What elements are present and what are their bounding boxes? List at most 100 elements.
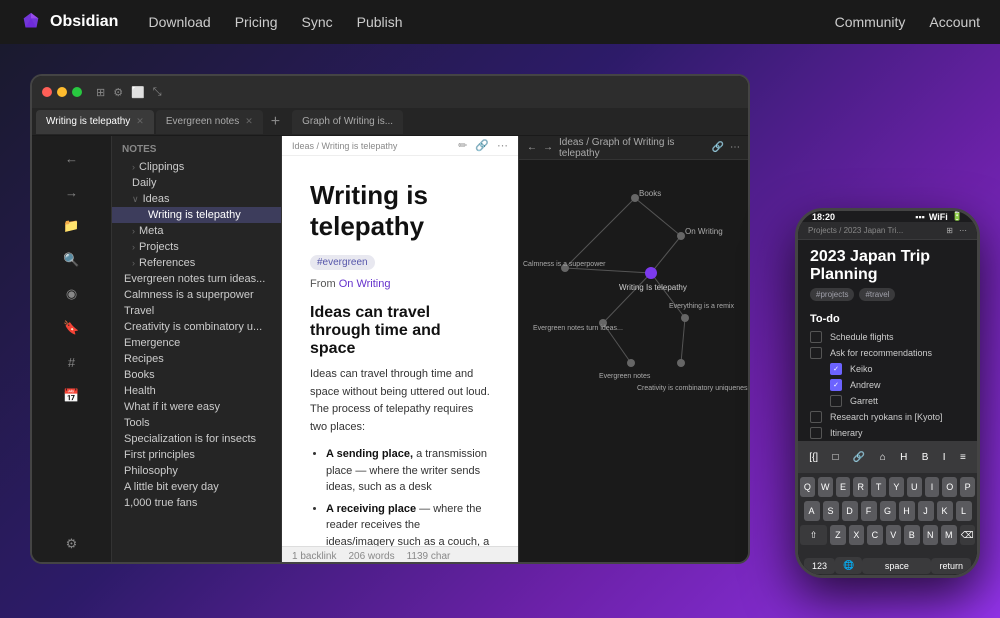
key-K[interactable]: K: [937, 501, 953, 521]
key-space[interactable]: space: [862, 558, 931, 574]
key-U[interactable]: U: [907, 477, 922, 497]
tree-item-meta[interactable]: ›Meta: [112, 223, 281, 239]
key-R[interactable]: R: [853, 477, 868, 497]
tab-writing-telepathy[interactable]: Writing is telepathy ✕: [36, 110, 154, 134]
kb-tool-2[interactable]: □: [828, 450, 842, 465]
todo-checkbox-4[interactable]: ✓: [830, 379, 842, 391]
tree-item-daily[interactable]: Daily: [112, 175, 281, 191]
nav-account[interactable]: Account: [929, 14, 980, 30]
tree-item-a-little-bit[interactable]: A little bit every day: [112, 479, 281, 495]
tree-item-ideas[interactable]: ∨Ideas: [112, 191, 281, 207]
tree-item-references[interactable]: ›References: [112, 255, 281, 271]
key-X[interactable]: X: [849, 525, 864, 545]
tree-item-evergreen[interactable]: Evergreen notes turn ideas...: [112, 271, 281, 287]
link-icon[interactable]: 🔗: [475, 139, 489, 152]
nav-publish[interactable]: Publish: [357, 14, 403, 30]
kb-tool-H[interactable]: H: [896, 450, 911, 465]
key-C[interactable]: C: [867, 525, 882, 545]
key-O[interactable]: O: [942, 477, 957, 497]
graph-icon[interactable]: ◉: [58, 280, 86, 308]
todo-checkbox-2[interactable]: [810, 347, 822, 359]
key-I[interactable]: I: [925, 477, 940, 497]
logo[interactable]: Obsidian: [20, 11, 118, 33]
key-W[interactable]: W: [818, 477, 833, 497]
tree-item-1000-fans[interactable]: 1,000 true fans: [112, 495, 281, 511]
sidebar-toggle-icon[interactable]: ⊞: [96, 86, 105, 99]
key-Z[interactable]: Z: [830, 525, 845, 545]
key-Y[interactable]: Y: [889, 477, 904, 497]
tab-evergreen-notes[interactable]: Evergreen notes ✕: [156, 110, 263, 134]
kb-tool-3[interactable]: 🔗: [849, 450, 869, 465]
key-T[interactable]: T: [871, 477, 886, 497]
tree-item-recipes[interactable]: Recipes: [112, 351, 281, 367]
key-G[interactable]: G: [880, 501, 896, 521]
more-icon[interactable]: ⋯: [497, 139, 508, 152]
note-editor[interactable]: Writing is telepathy #evergreen From On …: [282, 156, 518, 546]
tree-item-writing-telepathy[interactable]: Writing is telepathy: [112, 207, 281, 223]
tree-item-calmness[interactable]: Calmness is a superpower: [112, 287, 281, 303]
key-B[interactable]: B: [904, 525, 919, 545]
tree-item-books[interactable]: Books: [112, 367, 281, 383]
key-J[interactable]: J: [918, 501, 934, 521]
graph-link-icon[interactable]: 🔗: [712, 142, 724, 153]
key-P[interactable]: P: [960, 477, 975, 497]
todo-checkbox-1[interactable]: [810, 331, 822, 343]
phone-nav-icon-1[interactable]: ⊞: [946, 226, 953, 235]
tab-close-icon[interactable]: ✕: [245, 116, 253, 127]
tree-item-philosophy[interactable]: Philosophy: [112, 463, 281, 479]
kb-tool-1[interactable]: [{]: [805, 450, 822, 465]
tree-item-travel[interactable]: Travel: [112, 303, 281, 319]
key-N[interactable]: N: [923, 525, 938, 545]
nav-pricing[interactable]: Pricing: [235, 14, 278, 30]
tree-item-projects[interactable]: ›Projects: [112, 239, 281, 255]
tree-item-clippings[interactable]: ›Clippings: [112, 159, 281, 175]
files-icon[interactable]: 📁: [58, 212, 86, 240]
todo-checkbox-6[interactable]: [810, 411, 822, 423]
kb-tool-4[interactable]: ⌂: [876, 450, 890, 465]
key-123[interactable]: 123: [804, 558, 835, 574]
nav-sync[interactable]: Sync: [302, 14, 333, 30]
expand-icon[interactable]: ⤡: [153, 86, 162, 99]
tree-item-health[interactable]: Health: [112, 383, 281, 399]
tree-item-creativity[interactable]: Creativity is combinatory u...: [112, 319, 281, 335]
back-icon[interactable]: ←: [58, 144, 86, 172]
key-return[interactable]: return: [931, 558, 971, 574]
key-V[interactable]: V: [886, 525, 901, 545]
key-E[interactable]: E: [836, 477, 851, 497]
todo-schedule-flights[interactable]: Schedule flights: [798, 329, 977, 345]
tree-item-first-principles[interactable]: First principles: [112, 447, 281, 463]
key-F[interactable]: F: [861, 501, 877, 521]
key-delete[interactable]: ⌫: [960, 525, 975, 545]
key-S[interactable]: S: [823, 501, 839, 521]
todo-checkbox-7[interactable]: [810, 427, 822, 439]
key-Q[interactable]: Q: [800, 477, 815, 497]
settings-icon[interactable]: ⚙: [113, 86, 123, 99]
phone-nav-icon-2[interactable]: ⋯: [959, 226, 967, 235]
tree-item-specialization[interactable]: Specialization is for insects: [112, 431, 281, 447]
kb-tool-list[interactable]: ≡: [956, 450, 970, 465]
phone-tag-projects[interactable]: #projects: [810, 288, 854, 301]
key-A[interactable]: A: [804, 501, 820, 521]
traffic-light-red[interactable]: [42, 87, 52, 97]
key-M[interactable]: M: [941, 525, 956, 545]
forward-icon[interactable]: →: [58, 178, 86, 206]
key-shift[interactable]: ⇧: [800, 525, 827, 545]
traffic-light-green[interactable]: [72, 87, 82, 97]
todo-garrett[interactable]: Garrett: [798, 393, 977, 409]
tab-graph[interactable]: Graph of Writing is...: [292, 110, 403, 134]
todo-research-ryokans[interactable]: Research ryokans in [Kyoto]: [798, 409, 977, 425]
key-globe[interactable]: 🌐: [835, 557, 862, 574]
key-H[interactable]: H: [899, 501, 915, 521]
back-graph-icon[interactable]: ←: [527, 142, 537, 153]
nav-community[interactable]: Community: [835, 14, 906, 30]
todo-keiko[interactable]: ✓ Keiko: [798, 361, 977, 377]
kb-tool-I[interactable]: I: [939, 450, 950, 465]
forward-graph-icon[interactable]: →: [543, 142, 553, 153]
tree-item-tools[interactable]: Tools: [112, 415, 281, 431]
todo-checkbox-3[interactable]: ✓: [830, 363, 842, 375]
tree-item-emergence[interactable]: Emergence: [112, 335, 281, 351]
phone-tag-travel[interactable]: #travel: [859, 288, 895, 301]
graph-more-icon[interactable]: ⋯: [730, 142, 740, 153]
key-D[interactable]: D: [842, 501, 858, 521]
todo-checkbox-5[interactable]: [830, 395, 842, 407]
